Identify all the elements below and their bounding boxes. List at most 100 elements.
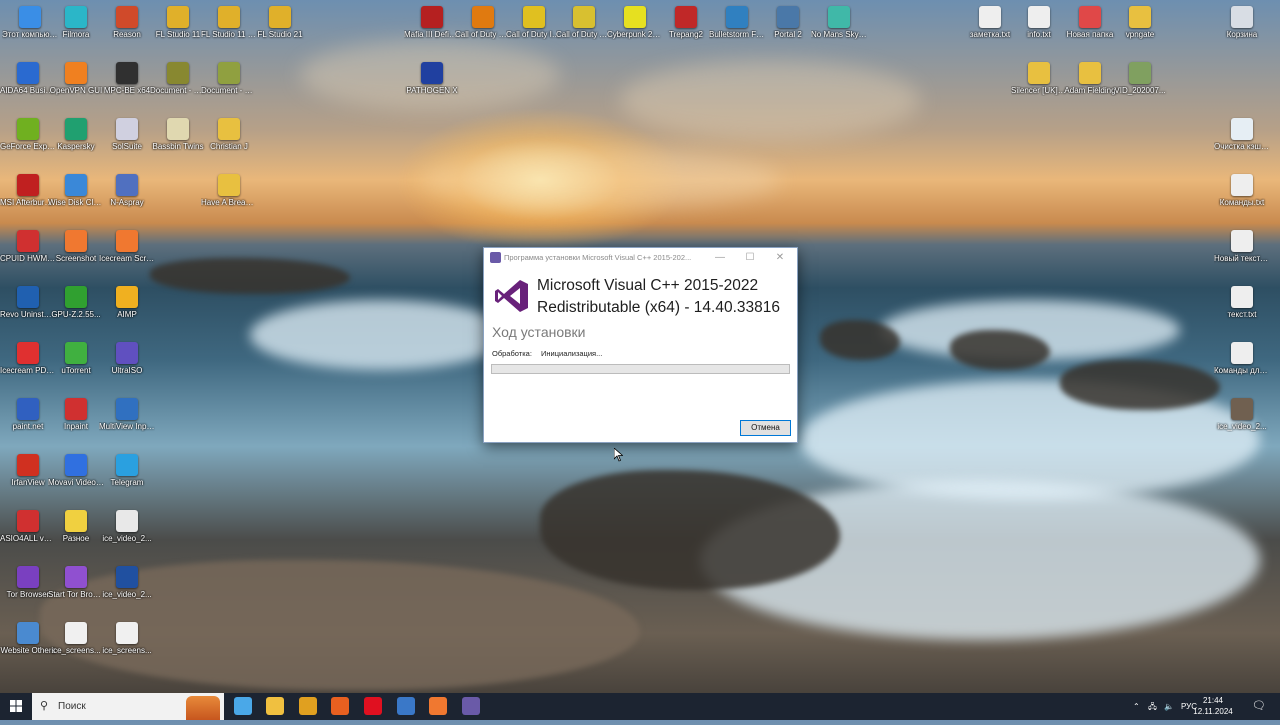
desktop-icon-label: Bulletstorm Full Clip E... [709, 30, 765, 39]
desktop-icon[interactable]: FL Studio 21 [252, 2, 308, 58]
mouse-cursor-icon [614, 448, 623, 462]
processing-label: Обработка: [492, 349, 532, 358]
desktop-icon-label: ice_screens... [102, 646, 152, 655]
desktop-icon[interactable]: AIMP [99, 282, 155, 338]
taskbar-app-installer-icon[interactable] [462, 697, 480, 715]
desktop-icon[interactable]: Wise Disk Cleaner [48, 170, 104, 226]
taskbar-app-chrome-icon[interactable] [299, 697, 317, 715]
notifications-icon[interactable]: 🗨 [1252, 693, 1266, 720]
desktop-icon[interactable]: VID_202007... [1112, 58, 1168, 114]
desktop-icon[interactable]: Document - 8ms [150, 58, 206, 114]
desktop-icon-image [65, 118, 87, 140]
desktop-icon[interactable]: MPC-BE x64 [99, 58, 155, 114]
desktop-icon[interactable]: Kaspersky [48, 114, 104, 170]
desktop-icon[interactable]: uTorrent [48, 338, 104, 394]
desktop-icon[interactable]: Новый текстовый ... [1214, 226, 1270, 282]
desktop-icon-label: Have A Break 04 (Mixed ... [201, 198, 257, 207]
desktop-icon[interactable]: OpenVPN GUI [48, 58, 104, 114]
desktop-icon-image [1231, 6, 1253, 28]
desktop-icon[interactable]: текст.txt [1214, 282, 1270, 338]
chevron-up-icon[interactable]: ⌃ [1133, 693, 1140, 720]
desktop-icon[interactable]: ice_video_2... [99, 506, 155, 562]
desktop-icon[interactable]: Inpaint [48, 394, 104, 450]
desktop-icon[interactable]: Bassbin Twins [150, 114, 206, 170]
desktop-icon[interactable]: Новая папка [1062, 2, 1118, 58]
desktop-icon[interactable]: FL Studio 11 (64bit) [201, 2, 257, 58]
desktop-icon[interactable]: ice_video_2... [1214, 394, 1270, 450]
desktop-icon-label: MPC-BE x64 [103, 86, 151, 95]
desktop-icon-image [65, 230, 87, 252]
desktop-icon-image [726, 6, 748, 28]
taskbar-app-explorer-icon[interactable] [266, 697, 284, 715]
taskbar-app-task-view-icon[interactable] [234, 697, 252, 715]
clock[interactable]: 21:44 12.11.2024 [1192, 695, 1234, 717]
desktop-icon[interactable]: SolSuite [99, 114, 155, 170]
desktop-icon[interactable]: Mafia III Definiti... [404, 2, 460, 58]
desktop-icon[interactable]: FL Studio 11 [150, 2, 206, 58]
desktop-icon[interactable]: ice_screens... [99, 618, 155, 674]
desktop-icon[interactable]: Корзина [1214, 2, 1270, 58]
desktop-icon-label: Portal 2 [774, 30, 802, 39]
desktop-icon[interactable]: Reason [99, 2, 155, 58]
desktop-icon[interactable]: N-Aspray [99, 170, 155, 226]
desktop-icon-label: FL Studio 11 [155, 30, 201, 39]
desktop-icon[interactable]: ice_video_2... [99, 562, 155, 618]
desktop-icon-image [116, 286, 138, 308]
desktop-icon[interactable]: Document - Saved [201, 58, 257, 114]
desktop-icon[interactable]: Screenshot [48, 226, 104, 282]
desktop-icon[interactable]: Команды.txt [1214, 170, 1270, 226]
desktop-icon[interactable]: Start Tor Browser [48, 562, 104, 618]
desktop-icon[interactable]: Разное [48, 506, 104, 562]
desktop-icon[interactable]: Movavi Video Converter [48, 450, 104, 506]
desktop-icon[interactable]: No Mans Sky [7L] [811, 2, 867, 58]
desktop-icon-label: Document - 8ms [150, 86, 206, 95]
volume-icon[interactable]: 🔈 [1164, 693, 1174, 720]
desktop-icon[interactable]: Christian J [201, 114, 257, 170]
desktop-icon[interactable]: Cyberpunk 2077 [607, 2, 663, 58]
taskbar-app-firefox-icon[interactable] [331, 697, 349, 715]
desktop-icon[interactable]: Bulletstorm Full Clip E... [709, 2, 765, 58]
installer-app-icon [490, 252, 501, 263]
close-button[interactable]: ✕ [766, 250, 794, 265]
desktop-icon[interactable]: Trepang2 [658, 2, 714, 58]
desktop-icon[interactable]: Команды для очистк... [1214, 338, 1270, 394]
desktop-icon[interactable]: Silencer [UK] - Signals (2... [1011, 58, 1067, 114]
desktop-icon[interactable]: info.txt [1011, 2, 1067, 58]
maximize-button[interactable]: ☐ [736, 250, 764, 265]
desktop-icon[interactable]: Have A Break 04 (Mixed ... [201, 170, 257, 226]
minimize-button[interactable]: — [706, 250, 734, 265]
taskbar-app-opera-icon[interactable] [364, 697, 382, 715]
desktop-icon-label: заметка.txt [969, 30, 1011, 39]
desktop-icon[interactable]: Call of Duty Infinite W... [506, 2, 562, 58]
desktop-icon[interactable]: Call of Duty Advanced ... [556, 2, 612, 58]
desktop-icon-image [17, 622, 39, 644]
desktop-icon-image [65, 510, 87, 532]
desktop-icon-image [1028, 6, 1050, 28]
desktop-icon[interactable]: заметка.txt [962, 2, 1018, 58]
desktop-icon-image [472, 6, 494, 28]
desktop-icon[interactable]: GPU-Z.2.55... [48, 282, 104, 338]
desktop-icon[interactable]: Adam Fielding [1062, 58, 1118, 114]
desktop-icon[interactable]: Telegram [99, 450, 155, 506]
desktop-icon[interactable]: Call of Duty Black Ops III [455, 2, 511, 58]
desktop-icon[interactable]: PATHOGEN X [404, 58, 460, 114]
network-icon[interactable]: 🖧 [1148, 693, 1157, 720]
desktop-icon-label: MultiView Inpaint [99, 422, 155, 431]
desktop-icon[interactable]: vpngate [1112, 2, 1168, 58]
cancel-button[interactable]: Отмена [740, 420, 791, 436]
desktop-icon[interactable]: Icecream Screen ... [99, 226, 155, 282]
desktop-icon-image [17, 174, 39, 196]
desktop-icon[interactable]: UltraISO [99, 338, 155, 394]
search-box[interactable]: ⚲ Поиск [32, 693, 224, 720]
desktop-icon[interactable]: Portal 2 [760, 2, 816, 58]
start-button[interactable] [0, 693, 32, 720]
taskbar-app-screenshot-icon[interactable] [429, 697, 447, 715]
desktop-icon[interactable]: Filmora [48, 2, 104, 58]
desktop-icon-image [65, 286, 87, 308]
desktop-icon[interactable]: MultiView Inpaint [99, 394, 155, 450]
desktop-icon[interactable]: Очистка кэша обно... [1214, 114, 1270, 170]
dialog-titlebar[interactable]: Программа установки Microsoft Visual C++… [484, 248, 797, 268]
taskbar-app-app-blue-icon[interactable] [397, 697, 415, 715]
desktop-icon[interactable]: ice_screens... [48, 618, 104, 674]
desktop-icon-image [624, 6, 646, 28]
